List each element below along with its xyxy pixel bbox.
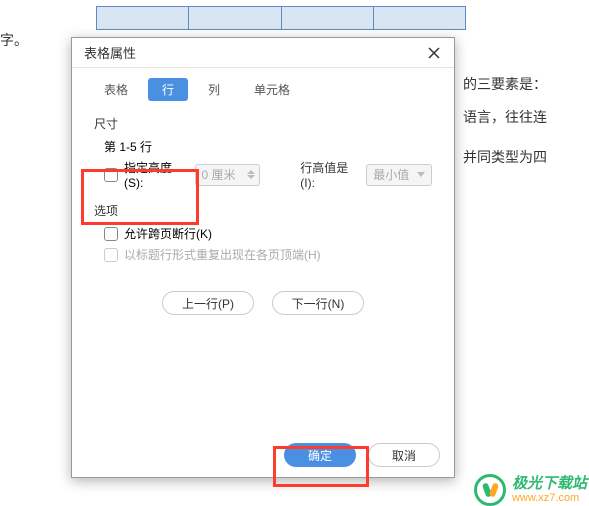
bg-text: 的三要素是： [463, 72, 547, 97]
watermark: 极光下载站 www.xz7.com [474, 474, 587, 506]
tab-table[interactable]: 表格 [90, 78, 142, 101]
height-checkbox[interactable] [104, 168, 118, 182]
ok-button[interactable]: 确定 [284, 443, 356, 467]
spinner-icon [245, 165, 259, 185]
size-title: 尺寸 [94, 115, 432, 132]
bg-text: 并同类型为四 [463, 145, 547, 170]
bg-text: 字。 [0, 28, 28, 53]
watermark-icon [474, 474, 506, 506]
tab-cell[interactable]: 单元格 [240, 78, 304, 101]
options-title: 选项 [94, 202, 432, 219]
bg-table [96, 6, 466, 30]
height-value: 0 厘米 [202, 166, 236, 183]
close-button[interactable] [422, 41, 446, 65]
options-section: 选项 允许跨页断行(K) 以标题行形式重复出现在各页顶端(H) [72, 202, 454, 275]
table-properties-dialog: 表格属性 表格 行 列 单元格 尺寸 第 1-5 行 指定高度(S): 0 厘米… [71, 37, 455, 478]
repeat-header-checkbox[interactable] [104, 248, 118, 262]
size-section: 尺寸 第 1-5 行 指定高度(S): 0 厘米 行高值是(I): 最小值 [72, 107, 454, 202]
dialog-titlebar: 表格属性 [72, 38, 454, 68]
bg-text: 语言，往往连 [463, 105, 547, 130]
prev-row-button[interactable]: 上一行(P) [162, 291, 254, 315]
repeat-header-label: 以标题行形式重复出现在各页顶端(H) [124, 246, 321, 263]
tabs: 表格 行 列 单元格 [72, 68, 454, 107]
tab-column[interactable]: 列 [194, 78, 234, 101]
row-high-select[interactable]: 最小值 [366, 164, 432, 186]
break-across-checkbox[interactable] [104, 227, 118, 241]
chevron-down-icon [417, 172, 425, 177]
row-high-label: 行高值是(I): [300, 159, 360, 190]
cancel-button[interactable]: 取消 [368, 443, 440, 467]
nav-row: 上一行(P) 下一行(N) [72, 291, 454, 315]
tab-row[interactable]: 行 [148, 78, 188, 101]
row-range: 第 1-5 行 [94, 138, 432, 155]
height-label: 指定高度(S): [124, 159, 189, 190]
watermark-title: 极光下载站 [512, 476, 587, 493]
next-row-button[interactable]: 下一行(N) [272, 291, 364, 315]
watermark-url: www.xz7.com [512, 492, 587, 504]
dialog-title: 表格属性 [84, 43, 136, 62]
dialog-footer: 确定 取消 [284, 443, 440, 467]
height-input[interactable]: 0 厘米 [195, 164, 261, 186]
row-high-value: 最小值 [373, 166, 409, 183]
close-icon [428, 47, 440, 59]
break-across-label: 允许跨页断行(K) [124, 225, 212, 242]
